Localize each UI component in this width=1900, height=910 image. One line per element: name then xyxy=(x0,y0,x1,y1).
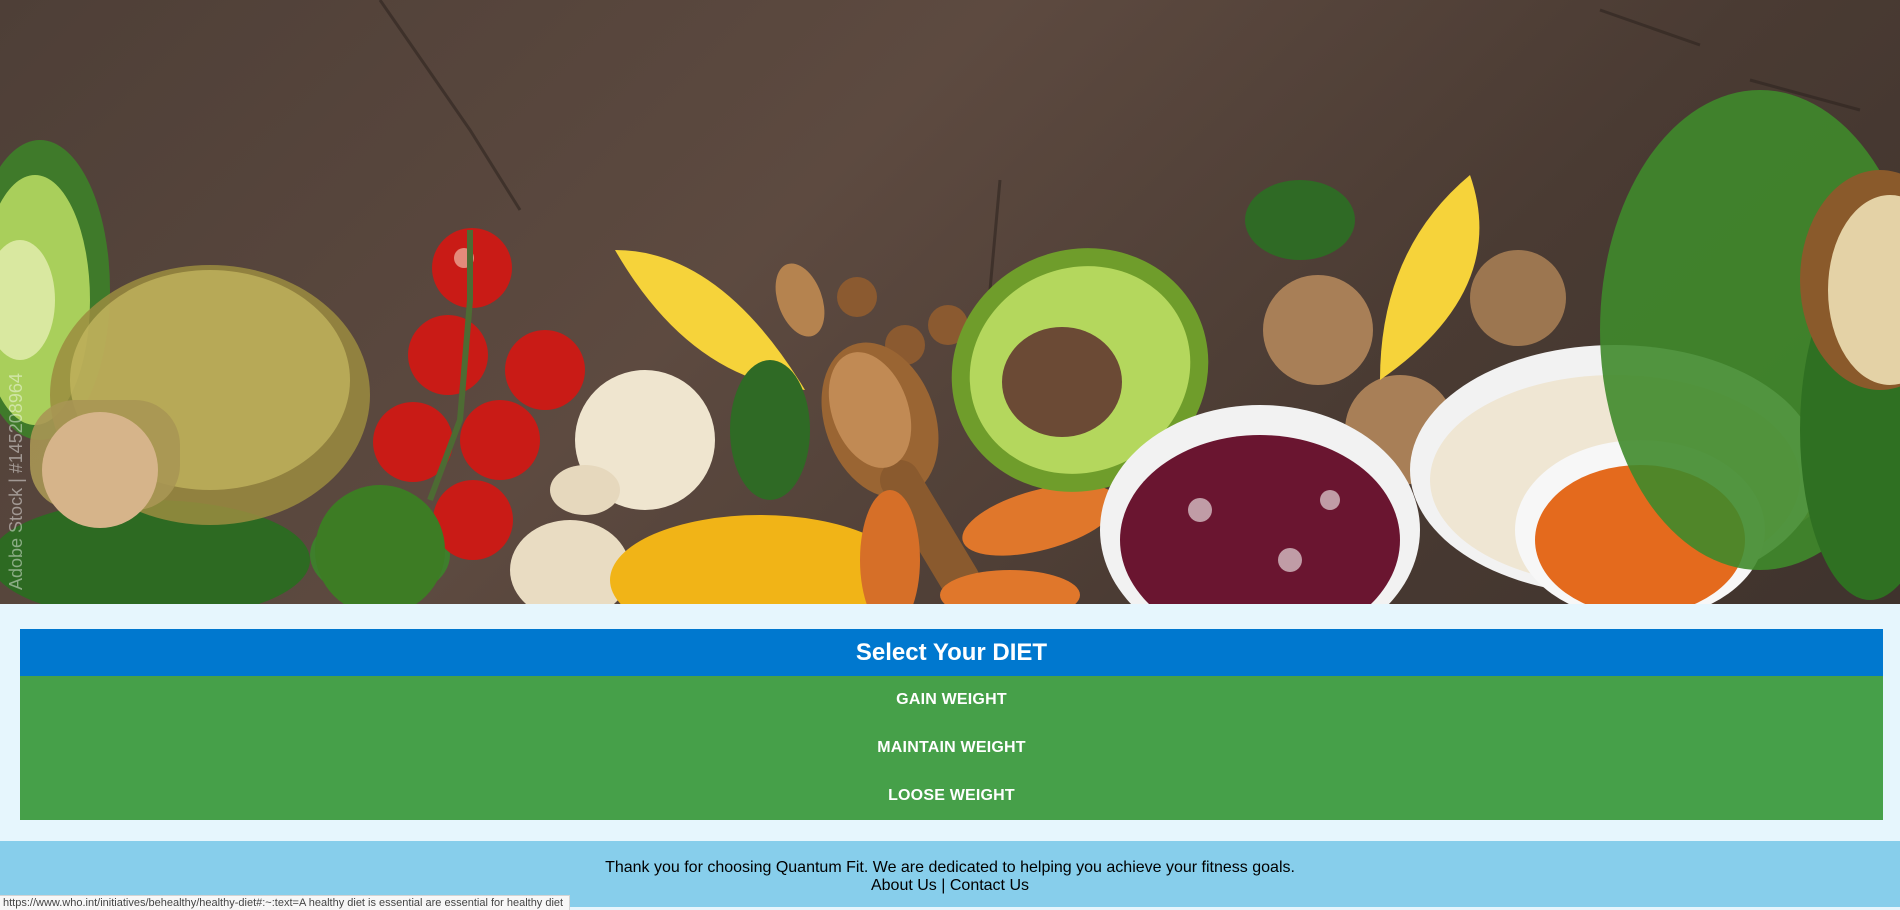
footer-links: About Us | Contact Us xyxy=(0,877,1900,895)
browser-status-url: https://www.who.int/initiatives/behealth… xyxy=(0,895,571,910)
gain-weight-option[interactable]: GAIN WEIGHT xyxy=(20,676,1883,724)
diet-options-list: GAIN WEIGHT MAINTAIN WEIGHT LOOSE WEIGHT xyxy=(20,676,1883,820)
about-us-link[interactable]: About Us xyxy=(871,877,937,894)
maintain-weight-option[interactable]: MAINTAIN WEIGHT xyxy=(20,724,1883,772)
diet-selection-panel: Select Your DIET GAIN WEIGHT MAINTAIN WE… xyxy=(20,629,1883,820)
diet-title: Select Your DIET xyxy=(20,629,1883,676)
footer-message: Thank you for choosing Quantum Fit. We a… xyxy=(605,859,1295,876)
stock-watermark: Adobe Stock | #145208964 xyxy=(6,373,26,590)
footer-separator: | xyxy=(941,877,946,894)
loose-weight-option[interactable]: LOOSE WEIGHT xyxy=(20,772,1883,820)
hero-food-illustration xyxy=(0,0,1900,604)
hero-food-banner: Adobe Stock | #145208964 xyxy=(0,0,1900,604)
contact-us-link[interactable]: Contact Us xyxy=(950,877,1029,894)
